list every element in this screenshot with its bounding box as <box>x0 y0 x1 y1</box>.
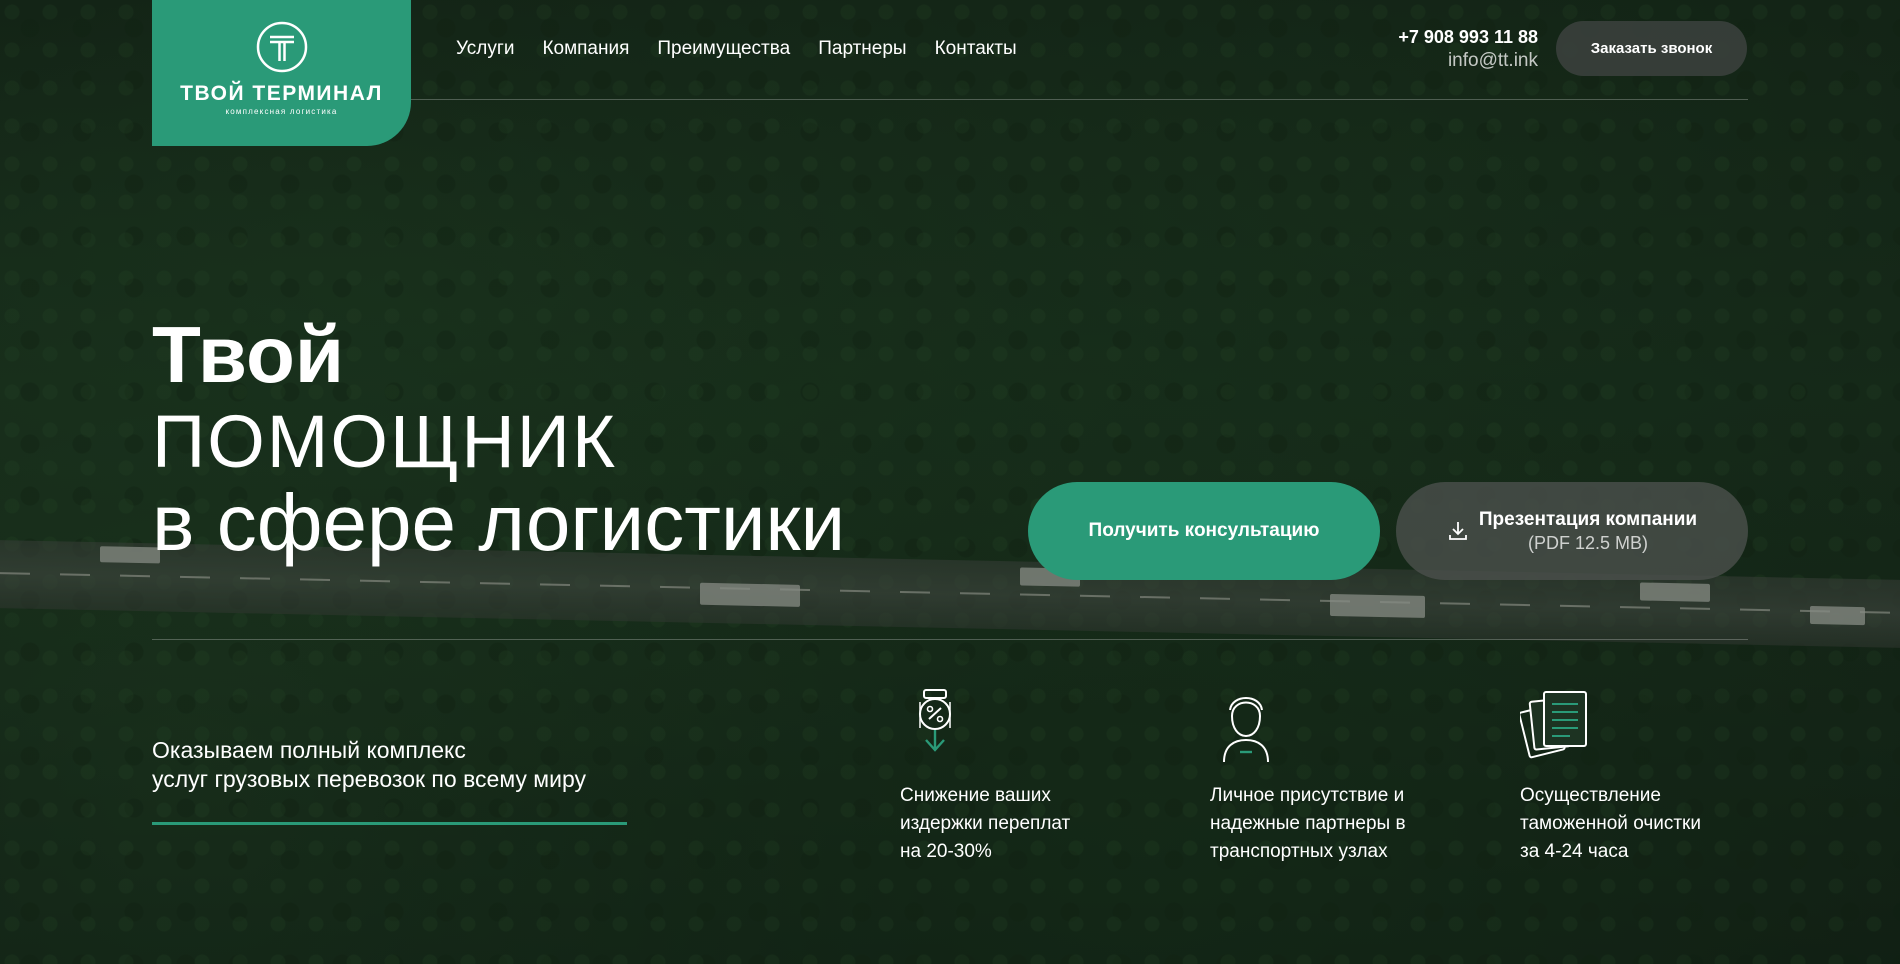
download-presentation-button[interactable]: Презентация компании (PDF 12.5 MB) <box>1396 482 1748 580</box>
feature-1-line-1: Снижение ваших <box>900 785 1051 806</box>
feature-2-line-2: надежные партнеры в <box>1210 813 1406 834</box>
get-consultation-button[interactable]: Получить консультацию <box>1028 482 1380 580</box>
feature-personal-presence: Личное присутствие и надежные партнеры в… <box>1210 688 1440 866</box>
feature-3-line-3: за 4-24 часа <box>1520 841 1629 862</box>
nav-item-contacts[interactable]: Контакты <box>935 38 1017 60</box>
logo-t-icon <box>256 21 307 73</box>
hero-heading: Твой ПОМОЩНИК в сфере логистики <box>152 315 845 563</box>
feature-3-line-2: таможенной очистки <box>1520 813 1701 834</box>
feature-cost-reduction: Снижение ваших издержки переплат на 20-3… <box>900 688 1130 866</box>
hero-line-2: ПОМОЩНИК <box>152 400 618 483</box>
contacts: +7 908 993 11 88 info@tt.ink <box>1398 27 1538 72</box>
feature-3-line-1: Осуществление <box>1520 785 1661 806</box>
feature-customs-clearance: Осуществление таможенной очистки за 4-24… <box>1520 688 1750 866</box>
logo-subtitle: комплексная логистика <box>225 107 338 116</box>
nav-item-services[interactable]: Услуги <box>456 38 514 60</box>
feature-1-line-2: издержки переплат <box>900 813 1071 834</box>
header-divider <box>411 99 1748 100</box>
logo[interactable]: ТВОЙ ТЕРМИНАЛ комплексная логистика <box>152 0 411 146</box>
nav-item-partners[interactable]: Партнеры <box>818 38 906 60</box>
person-icon <box>1223 697 1269 763</box>
presentation-size: (PDF 12.5 MB) <box>1527 532 1649 553</box>
main-nav: Услуги Компания Преимущества Партнеры Ко… <box>456 38 1017 60</box>
nav-item-company[interactable]: Компания <box>542 38 629 60</box>
tagline-line-1: Оказываем полный комплекс <box>152 737 466 763</box>
tagline-underline <box>152 822 627 825</box>
nav-item-advantages[interactable]: Преимущества <box>657 38 790 60</box>
tagline-line-2: услуг грузовых перевозок по всему миру <box>152 766 586 792</box>
logo-title: ТВОЙ ТЕРМИНАЛ <box>180 82 383 105</box>
feature-2-line-3: транспортных узлах <box>1210 841 1388 862</box>
savings-icon <box>919 689 951 752</box>
feature-1-line-3: на 20-30% <box>900 841 992 862</box>
feature-2-line-1: Личное присутствие и <box>1210 785 1405 806</box>
hero-line-1: Твой <box>152 310 344 399</box>
presentation-title: Презентация компании <box>1478 508 1698 530</box>
section-divider <box>152 639 1748 640</box>
download-icon <box>1448 522 1467 540</box>
documents-icon <box>1520 691 1587 759</box>
tagline: Оказываем полный комплекс услуг грузовых… <box>152 736 586 794</box>
phone-link[interactable]: +7 908 993 11 88 <box>1398 27 1538 48</box>
order-call-button[interactable]: Заказать звонок <box>1556 21 1747 76</box>
hero-line-3: в сфере логистики <box>152 478 846 567</box>
email-link[interactable]: info@tt.ink <box>1398 50 1538 72</box>
